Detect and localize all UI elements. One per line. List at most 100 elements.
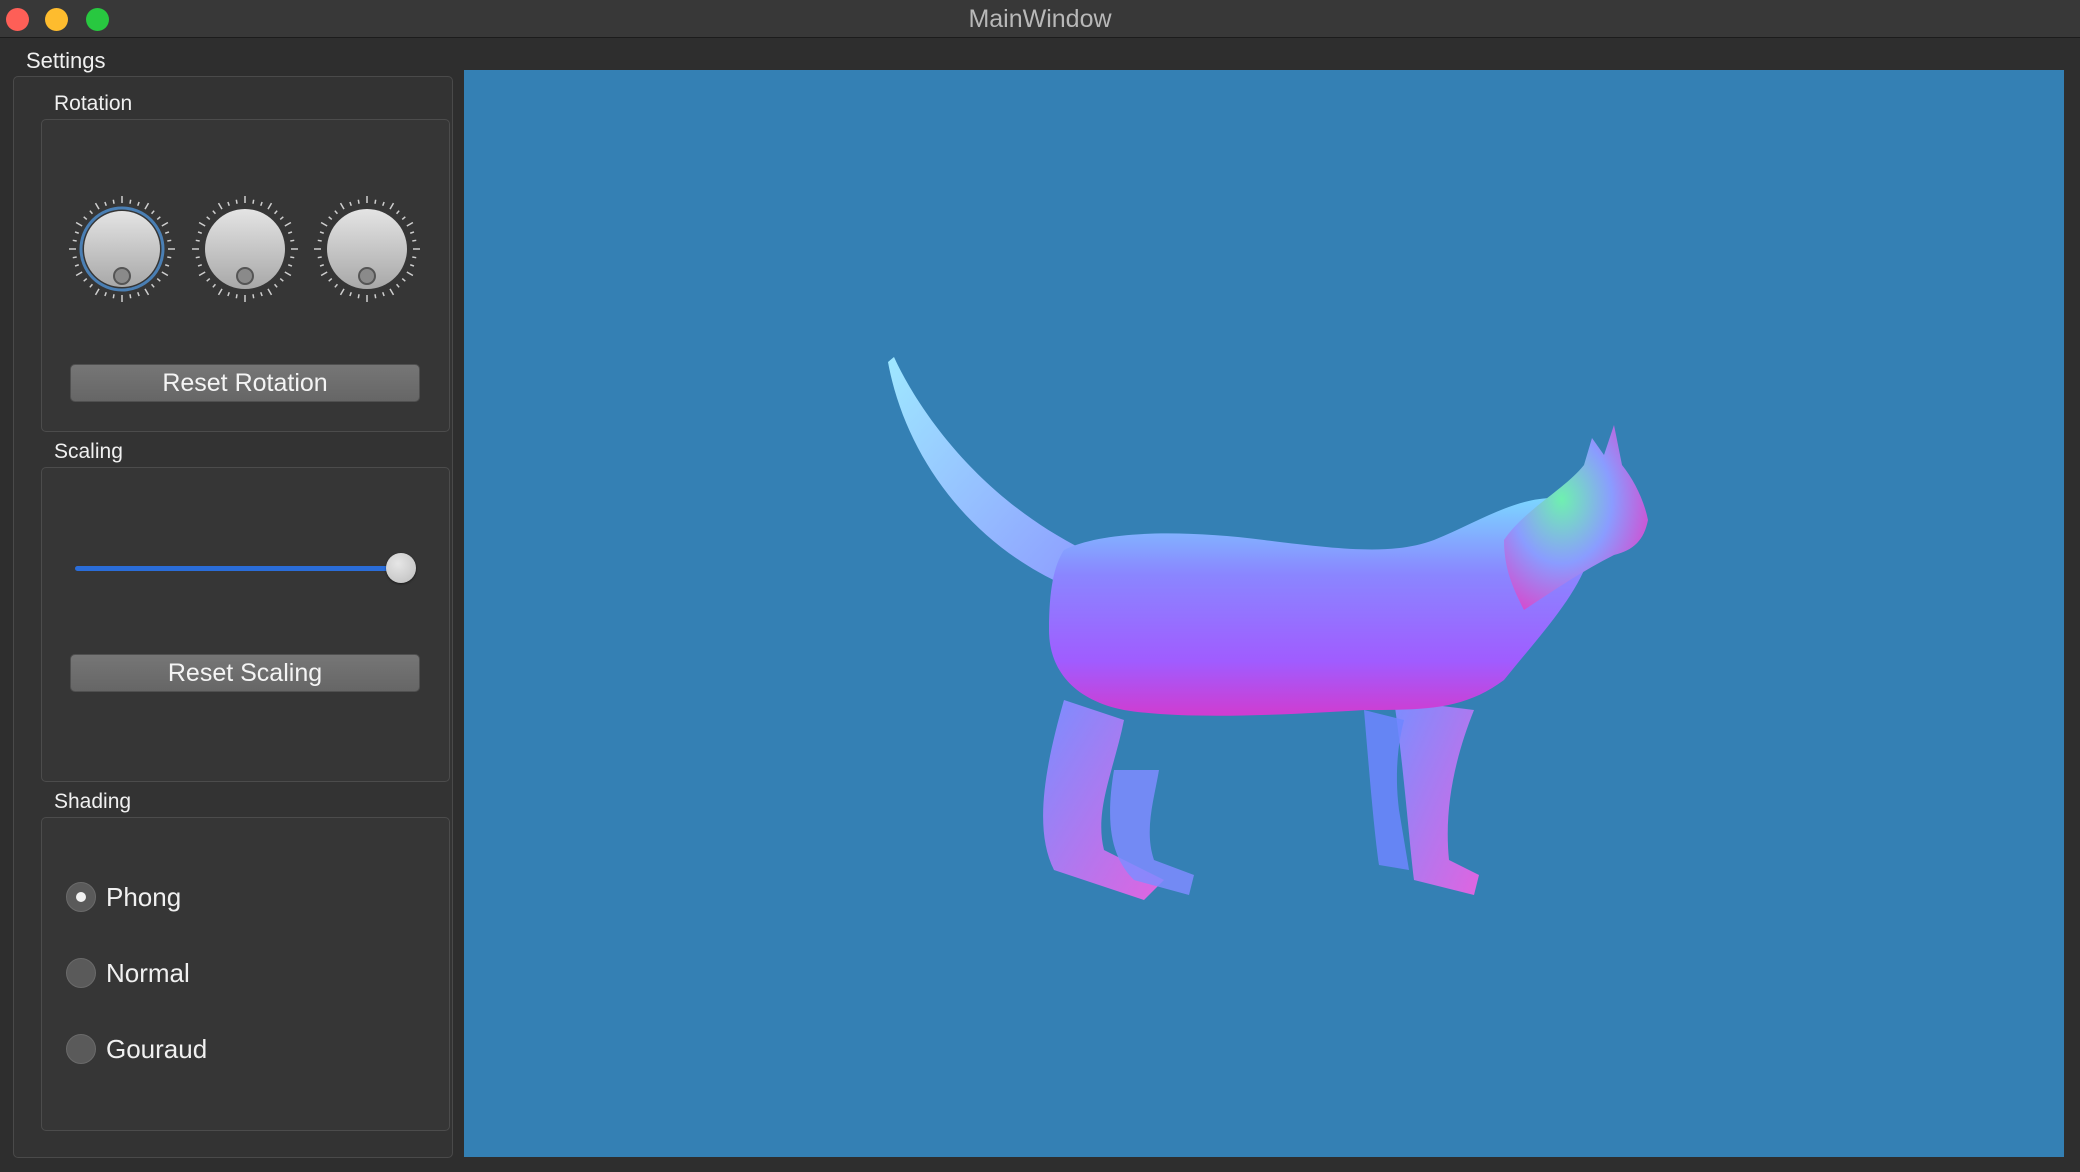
dial-tick <box>401 216 406 221</box>
dial-tick <box>252 199 255 204</box>
dial-tick <box>112 294 115 299</box>
dial-tick <box>227 201 230 207</box>
phong-radio[interactable] <box>66 882 96 912</box>
opengl-viewport[interactable] <box>464 70 2064 1157</box>
dial-tick <box>144 202 150 210</box>
dial-tick <box>334 283 339 288</box>
dial-tick <box>167 256 172 259</box>
dial-tick <box>150 283 155 288</box>
dial-tick <box>75 271 83 277</box>
shading-group <box>41 817 450 1131</box>
dial-tick <box>273 210 278 215</box>
dial-tick <box>260 291 263 297</box>
dial-tick <box>198 271 206 277</box>
dial-tick <box>74 264 80 267</box>
scaling-slider-track[interactable] <box>75 566 400 571</box>
dial-tick <box>197 264 203 267</box>
dial-tick <box>320 271 328 277</box>
dial-tick <box>284 271 292 277</box>
dial-tick <box>161 221 169 227</box>
dial-tick <box>287 264 293 267</box>
dial-tick <box>357 199 360 204</box>
cat-model <box>888 357 1648 900</box>
dial-tick <box>129 199 132 204</box>
dial-tick <box>104 291 107 297</box>
dial-tick <box>137 201 140 207</box>
dial-tick <box>409 264 415 267</box>
dial-tick <box>235 199 238 204</box>
dial-tick <box>395 283 400 288</box>
dial-tick <box>195 256 200 259</box>
dial-tick <box>406 221 414 227</box>
dial-tick <box>349 291 352 297</box>
dial-tick <box>290 239 295 242</box>
phong-radio-label[interactable]: Phong <box>106 882 181 913</box>
shading-group-label: Shading <box>54 790 132 813</box>
dial-tick <box>164 231 170 234</box>
dial-tick <box>74 231 80 234</box>
title-bar: MainWindow <box>0 0 2080 38</box>
window-title: MainWindow <box>968 5 1112 33</box>
dial-tick <box>339 288 345 296</box>
dial-tick <box>94 202 100 210</box>
dial-tick <box>328 216 333 221</box>
dial-tick <box>389 288 395 296</box>
dial-tick <box>104 201 107 207</box>
scaling-slider-handle[interactable] <box>386 553 416 583</box>
dial-tick <box>267 202 273 210</box>
dial-tick <box>273 283 278 288</box>
dial-tick <box>161 271 169 277</box>
reset-rotation-button[interactable]: Reset Rotation <box>70 364 420 402</box>
x-rotation-dial[interactable] <box>68 195 176 303</box>
dial-tick <box>89 210 94 215</box>
dial-tick <box>279 216 284 221</box>
settings-group-label: Settings <box>26 48 106 73</box>
dial-tick <box>206 277 211 282</box>
scaling-group <box>41 467 450 782</box>
dial-tick <box>195 239 200 242</box>
dial-tick <box>317 239 322 242</box>
reset-scaling-button[interactable]: Reset Scaling <box>70 654 420 692</box>
dial-tick <box>198 221 206 227</box>
dial-tick <box>129 294 132 299</box>
dial-tick <box>382 201 385 207</box>
dial-tick <box>406 271 414 277</box>
dial-tick <box>374 294 377 299</box>
gouraud-radio-label[interactable]: Gouraud <box>106 1034 207 1065</box>
dial-tick <box>137 291 140 297</box>
dial-tick <box>83 277 88 282</box>
dial-tick <box>112 199 115 204</box>
dial-tick <box>290 256 295 259</box>
dial-tick <box>395 210 400 215</box>
gouraud-radio[interactable] <box>66 1034 96 1064</box>
scaling-group-label: Scaling <box>54 440 123 463</box>
z-rotation-dial[interactable] <box>313 195 421 303</box>
dial-tick <box>156 277 161 282</box>
dial-tick <box>260 201 263 207</box>
dial-tick <box>156 216 161 221</box>
dial-tick <box>334 210 339 215</box>
rotation-group-label: Rotation <box>54 92 133 115</box>
dial-tick <box>349 201 352 207</box>
dial-tick <box>339 202 345 210</box>
dial-tick <box>217 288 223 296</box>
dial-tick <box>317 256 322 259</box>
dial-tick <box>412 256 417 259</box>
dial-tick <box>212 210 217 215</box>
dial-tick <box>284 221 292 227</box>
dial-tick <box>287 231 293 234</box>
dial-tick <box>252 294 255 299</box>
dial-tick <box>382 291 385 297</box>
dial-tick <box>227 291 230 297</box>
dial-tick <box>72 239 77 242</box>
dial-tick <box>212 283 217 288</box>
dial-tick <box>279 277 284 282</box>
normal-radio-label[interactable]: Normal <box>106 958 190 989</box>
dial-tick <box>94 288 100 296</box>
dial-tick <box>167 239 172 242</box>
dial-tick <box>164 264 170 267</box>
normal-radio[interactable] <box>66 958 96 988</box>
dial-tick <box>83 216 88 221</box>
dial-tick <box>401 277 406 282</box>
y-rotation-dial[interactable] <box>191 195 299 303</box>
